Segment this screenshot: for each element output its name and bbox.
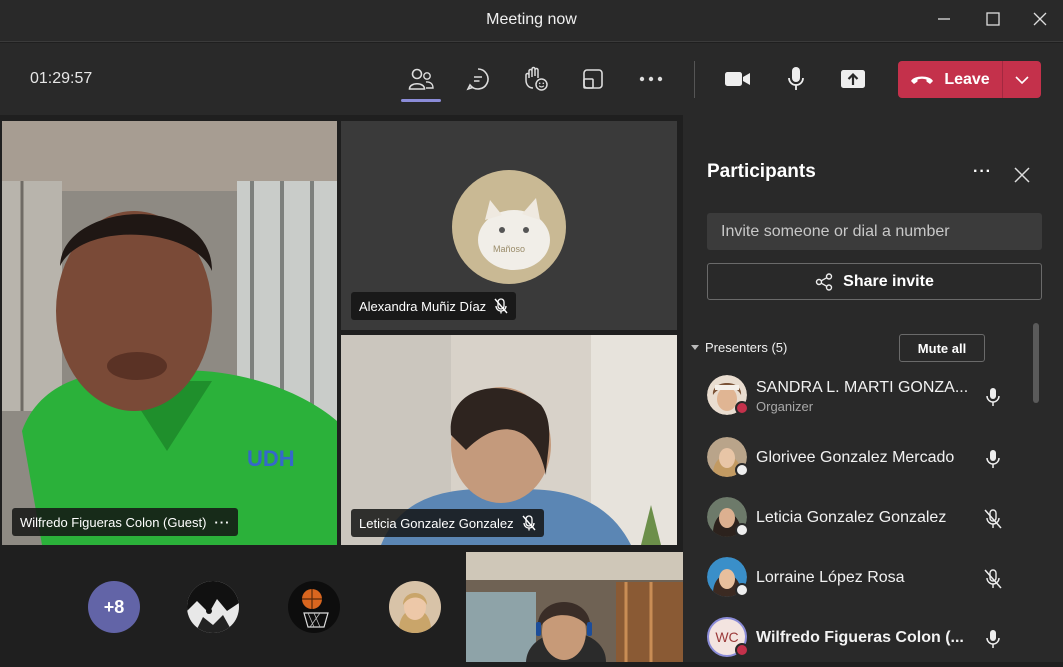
more-actions-button[interactable]	[633, 61, 669, 97]
more-icon	[639, 76, 663, 82]
section-label: Presenters (5)	[705, 340, 788, 355]
title-bar: Meeting now	[0, 0, 1063, 42]
participants-button[interactable]	[403, 61, 439, 97]
participant-name: Alexandra Muñiz Díaz	[359, 298, 487, 314]
hang-up-icon	[911, 76, 934, 84]
minimize-button[interactable]	[931, 8, 957, 30]
participant-row[interactable]: Lorraine López Rosa	[683, 547, 1033, 607]
close-window-button[interactable]	[1027, 8, 1053, 30]
meeting-toolbar: 01:29:57 Leave	[0, 43, 1063, 115]
microphone-icon	[788, 67, 804, 90]
close-panel-button[interactable]	[1014, 167, 1030, 188]
avatar[interactable]	[288, 581, 340, 633]
participant-name: Wilfredo Figueras Colon (Guest)	[20, 514, 207, 530]
maximize-button[interactable]	[980, 8, 1006, 30]
participant-name: SANDRA L. MARTI GONZA...	[756, 379, 969, 396]
share-tray-icon	[841, 70, 865, 88]
reactions-button[interactable]	[518, 61, 554, 97]
avatar[interactable]	[389, 581, 441, 633]
mic-off-icon	[494, 298, 508, 314]
chat-icon	[466, 68, 489, 91]
participant-video: UDH	[2, 121, 337, 545]
microphone-icon	[986, 388, 1000, 406]
camera-icon	[725, 72, 750, 86]
mic-off-icon	[984, 569, 1002, 589]
raise-hand-icon	[525, 66, 548, 91]
mute-all-button[interactable]: Mute all	[899, 334, 985, 362]
minimize-icon	[938, 18, 950, 20]
active-tab-indicator	[401, 99, 441, 102]
participant-name: Wilfredo Figueras Colon (...	[756, 629, 964, 646]
close-icon	[1014, 167, 1030, 183]
status-busy-badge	[735, 643, 749, 657]
leave-options-button[interactable]	[1003, 61, 1041, 98]
people-icon	[408, 68, 434, 90]
breakout-rooms-icon	[583, 69, 603, 89]
participants-panel: Participants ··· Invite someone or dial …	[683, 115, 1063, 662]
close-icon	[1033, 12, 1047, 26]
leave-label: Leave	[944, 70, 990, 88]
leave-button[interactable]: Leave	[898, 61, 1002, 98]
anime-avatar-image	[187, 581, 239, 633]
share-icon	[815, 272, 833, 291]
mic-off-icon	[522, 515, 536, 531]
participant-name: Lorraine López Rosa	[756, 569, 905, 586]
participant-row[interactable]: WC Wilfredo Figueras Colon (...	[683, 607, 1033, 667]
share-invite-label: Share invite	[843, 272, 934, 290]
microphone-button[interactable]	[778, 61, 814, 97]
invite-input[interactable]: Invite someone or dial a number	[707, 213, 1042, 250]
presenters-section-toggle[interactable]: Presenters (5)	[691, 340, 787, 355]
video-tile-alexandra[interactable]: Mañoso Alexandra Muñiz Díaz	[341, 121, 677, 330]
overflow-participants-button[interactable]: +8	[88, 581, 140, 633]
profile-photo	[389, 581, 441, 633]
leave-button-group: Leave	[898, 61, 1041, 98]
status-badge	[735, 523, 749, 537]
participant-name-tag: Wilfredo Figueras Colon (Guest) ···	[12, 508, 239, 536]
avatar: Mañoso	[452, 170, 566, 284]
basketball-avatar-image	[288, 581, 340, 633]
meeting-timer: 01:29:57	[30, 70, 93, 87]
participant-role: Organizer	[756, 399, 814, 414]
share-screen-button[interactable]	[835, 61, 871, 97]
caret-down-icon	[691, 344, 699, 350]
status-busy-badge	[735, 401, 749, 415]
svg-text:UDH: UDH	[247, 446, 295, 471]
participant-name: Leticia Gonzalez Gonzalez	[359, 515, 514, 531]
status-badge	[735, 463, 749, 477]
window-title: Meeting now	[486, 11, 577, 28]
video-tile-leticia[interactable]: Leticia Gonzalez Gonzalez	[341, 335, 677, 545]
microphone-icon	[986, 450, 1000, 468]
panel-title: Participants	[707, 161, 816, 182]
camera-button[interactable]	[720, 61, 756, 97]
participant-name-tag: Alexandra Muñiz Díaz	[351, 292, 517, 320]
video-stage: UDH Wilfredo Figueras Colon (Guest) ··· …	[0, 115, 683, 662]
scrollbar[interactable]	[1033, 323, 1039, 403]
chevron-down-icon	[1015, 75, 1029, 84]
svg-text:Mañoso: Mañoso	[493, 244, 525, 254]
mic-off-icon	[984, 509, 1002, 529]
share-invite-button[interactable]: Share invite	[707, 263, 1042, 300]
avatar[interactable]	[187, 581, 239, 633]
panel-more-button[interactable]: ···	[973, 163, 992, 181]
participant-name: Leticia Gonzalez Gonzalez	[756, 509, 947, 526]
self-view-video[interactable]	[466, 552, 683, 662]
participant-row[interactable]: Leticia Gonzalez Gonzalez	[683, 487, 1033, 547]
video-tile-wilfredo[interactable]: UDH Wilfredo Figueras Colon (Guest) ···	[2, 121, 337, 545]
microphone-icon	[986, 630, 1000, 648]
participant-name-tag: Leticia Gonzalez Gonzalez	[351, 509, 544, 537]
participant-video	[466, 552, 683, 662]
status-badge	[735, 583, 749, 597]
participant-name: Glorivee Gonzalez Mercado	[756, 449, 955, 466]
maximize-icon	[986, 12, 1000, 26]
rooms-button[interactable]	[575, 61, 611, 97]
chat-button[interactable]	[460, 61, 496, 97]
participant-row[interactable]: Glorivee Gonzalez Mercado	[683, 427, 1033, 487]
tile-more-button[interactable]: ···	[214, 515, 230, 530]
participant-row[interactable]: SANDRA L. MARTI GONZA... Organizer	[683, 365, 1033, 425]
toolbar-divider	[694, 61, 695, 98]
